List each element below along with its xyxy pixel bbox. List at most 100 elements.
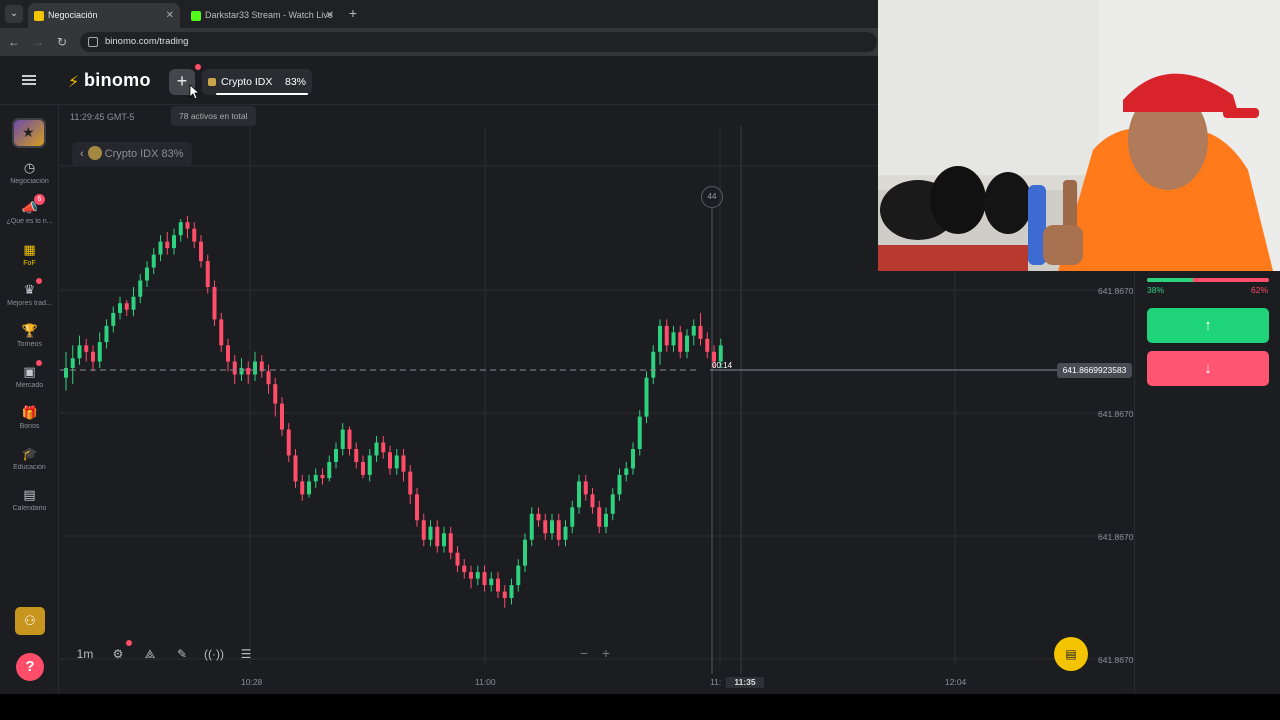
candle	[516, 559, 521, 592]
candle	[408, 465, 413, 505]
candle	[678, 325, 683, 359]
candle	[664, 319, 669, 352]
support-agent-button[interactable]: ⚇	[15, 607, 45, 635]
browser-tab-trading[interactable]: Negociación ✕	[28, 3, 180, 28]
asset-chip[interactable]: ‹ Crypto IDX 83%	[72, 142, 192, 166]
close-tab-icon[interactable]: ✕	[166, 3, 174, 28]
candle	[138, 274, 143, 304]
candle	[361, 455, 365, 479]
candle	[435, 520, 440, 553]
clock-icon: ◷	[23, 160, 36, 175]
candle	[523, 533, 527, 573]
candle	[644, 371, 649, 424]
candle	[455, 546, 460, 573]
candle	[226, 338, 230, 372]
chevron-left-icon[interactable]: ‹	[80, 142, 84, 166]
arrow-up-icon: ↑	[1204, 317, 1212, 334]
candle	[293, 449, 298, 488]
candle	[97, 332, 102, 368]
x-tick-label: 10:28	[241, 677, 263, 687]
candle	[563, 520, 568, 547]
candle	[448, 526, 453, 560]
sidebar-item-1[interactable]: 📣 ¿Qué es lo n... 6	[0, 194, 59, 225]
trade-up-button[interactable]: ↑	[1147, 308, 1269, 343]
indicators-dot	[126, 640, 132, 646]
candle	[151, 248, 156, 275]
sidebar-item-label: Mercado	[15, 382, 44, 389]
sidebar-item-label: ¿Qué es lo n...	[6, 218, 53, 225]
url-field[interactable]: binomo.com/trading	[80, 32, 877, 52]
candle	[617, 468, 622, 501]
sidebar-item-7[interactable]: 🎓 Educación	[0, 446, 59, 471]
candle	[496, 572, 500, 599]
candle	[219, 312, 224, 352]
hamburger-menu-icon[interactable]	[22, 75, 36, 85]
sidebar-item-label: FoF	[23, 260, 36, 267]
candle	[590, 487, 595, 514]
candle	[280, 397, 284, 437]
browser-tab-stream[interactable]: Darkstar33 Stream - Watch Live ✕	[185, 3, 340, 28]
sidebar-item-4[interactable]: 🏆 Torneos	[0, 323, 59, 348]
candle	[84, 338, 89, 362]
sidebar-item-3[interactable]: ♛ Mejores trad...	[0, 278, 59, 307]
candle	[307, 474, 311, 498]
candle	[624, 461, 629, 482]
candle	[651, 345, 656, 385]
sidebar-item-6[interactable]: 🎁 Bonos	[0, 405, 59, 430]
new-tab-plus-icon[interactable]: +	[346, 4, 360, 22]
candle	[131, 287, 136, 317]
binomo-logo-text: binomo	[84, 70, 151, 90]
candle	[185, 215, 190, 239]
candle	[475, 565, 480, 586]
x-tick-label: 11:	[710, 677, 722, 687]
economic-calendar-button[interactable]: ▤	[1054, 637, 1088, 671]
calendar-icon: ▤	[23, 487, 36, 502]
candle	[469, 565, 473, 589]
app-header: ⚡ binomo + Crypto IDX 83%	[0, 56, 878, 105]
pencil-icon[interactable]: ✎	[169, 643, 195, 665]
candle	[340, 423, 345, 456]
asset-tab-crypto-idx[interactable]: Crypto IDX 83%	[202, 69, 312, 95]
back-arrow-icon[interactable]: ←	[6, 34, 22, 50]
timeframe-button[interactable]: 1m	[72, 643, 98, 665]
candle	[610, 487, 615, 521]
candle	[685, 329, 689, 359]
x-now-label: 11:35	[726, 677, 764, 688]
indicators-icon[interactable]: ⚙	[105, 643, 131, 665]
candle	[199, 235, 203, 268]
sentiment-down-percent: 62%	[1250, 285, 1268, 295]
close-tab-icon[interactable]: ✕	[326, 3, 334, 28]
sidebar-item-5[interactable]: ▣ Mercado	[0, 360, 59, 389]
zoom-out-icon[interactable]: −	[576, 645, 592, 661]
forward-arrow-icon[interactable]: →	[30, 34, 46, 50]
drawing-tools-icon[interactable]: ⟁	[137, 643, 163, 665]
mouse-cursor-icon	[189, 84, 199, 100]
help-button[interactable]: ?	[16, 653, 44, 681]
trade-down-button[interactable]: ↓	[1147, 351, 1269, 386]
reload-icon[interactable]: ↻	[54, 34, 70, 50]
layout-icon[interactable]: ☰	[233, 643, 259, 665]
fof-icon: ▦	[23, 242, 36, 257]
candle	[577, 474, 581, 514]
sidebar-item-0[interactable]: ◷ Negociación	[0, 160, 59, 185]
screen-bottom-bar	[0, 694, 1280, 720]
tab-list-chevron-icon[interactable]: ⌄	[5, 5, 23, 23]
site-info-icon[interactable]	[88, 37, 98, 47]
sentiment-up-percent: 38%	[1147, 285, 1165, 295]
sidebar-item-8[interactable]: ▤ Calendario	[0, 487, 59, 512]
candle	[421, 513, 426, 547]
gift-icon: 🎁	[21, 405, 38, 420]
candle	[637, 410, 642, 456]
signals-icon[interactable]: ((·))	[201, 643, 227, 665]
candle	[698, 312, 703, 346]
candle	[313, 468, 318, 488]
candle	[212, 280, 217, 326]
binomo-favicon-icon	[34, 11, 44, 21]
candle	[64, 351, 68, 391]
expiry-marker: 44	[701, 186, 723, 208]
sidebar-item-label: Calendario	[12, 505, 47, 512]
asset-chip-label: Crypto IDX 83%	[104, 148, 184, 160]
user-avatar[interactable]: ★	[12, 118, 46, 148]
zoom-in-icon[interactable]: +	[598, 645, 614, 661]
sidebar-item-2[interactable]: ▦ FoF	[0, 242, 59, 267]
